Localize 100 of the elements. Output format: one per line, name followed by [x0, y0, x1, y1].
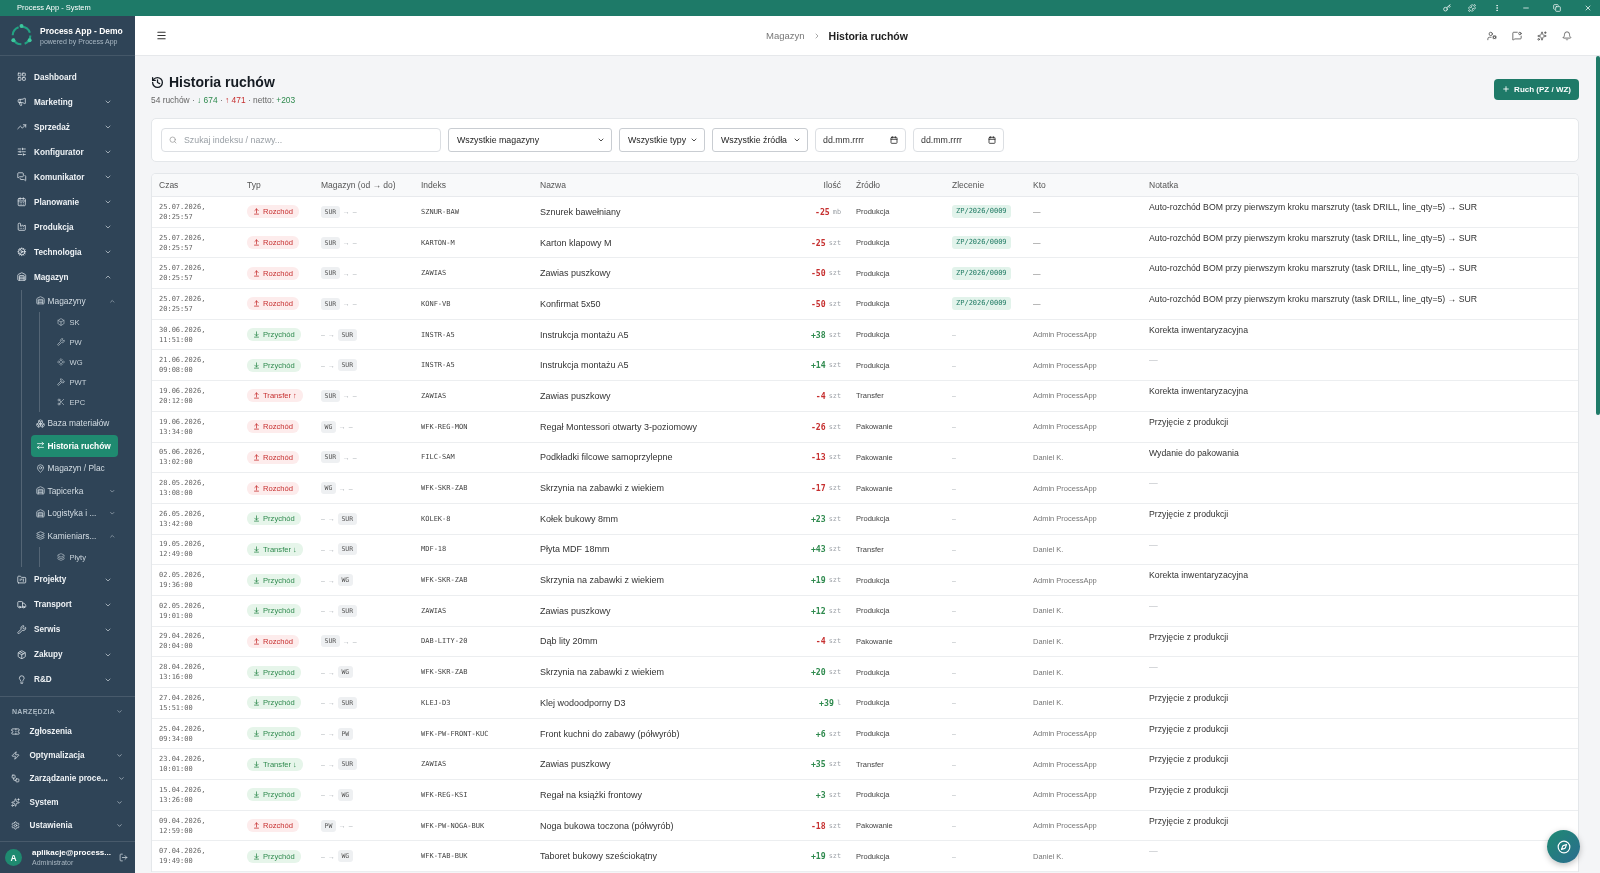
item-name: Zawias puszkowy: [540, 605, 611, 616]
arrow-up-icon: [253, 300, 260, 308]
note-text: —: [1149, 538, 1158, 551]
message-icon[interactable]: [1512, 30, 1522, 41]
sparkle-icon[interactable]: [1537, 30, 1547, 41]
quantity: +14: [810, 360, 826, 371]
chat-icon: [17, 172, 27, 182]
nav-item[interactable]: Marketing: [0, 89, 135, 115]
nav-item[interactable]: Produkcja: [0, 214, 135, 240]
quantity: +19: [810, 575, 826, 586]
map-pin-icon: [35, 463, 45, 473]
menu-icon[interactable]: [156, 30, 167, 41]
restore-icon[interactable]: [1553, 4, 1561, 12]
scrollbar-thumb[interactable]: [1596, 56, 1600, 415]
nav-item[interactable]: R&D: [0, 667, 135, 692]
dropdown[interactable]: Wszystkie źródła: [712, 128, 808, 152]
nav-item[interactable]: Zgłoszenia: [0, 720, 135, 744]
nav-item[interactable]: Kamieniars...: [31, 524, 118, 547]
nav-item[interactable]: Projekty: [0, 567, 135, 592]
nav-item[interactable]: Magazyn: [0, 264, 135, 290]
item-name: Noga bukowa toczona (półwyrób): [540, 820, 674, 831]
warehouse-icon: [17, 272, 27, 282]
note-text: —: [1149, 845, 1158, 858]
nav-item[interactable]: Technologia: [0, 239, 135, 265]
quantity: +6: [815, 728, 826, 739]
nav-item[interactable]: Logistyka i ...: [31, 502, 118, 525]
history-icon: [151, 75, 164, 89]
arrow-down-icon: [253, 699, 260, 707]
nav-item[interactable]: Tapicerka: [31, 479, 118, 502]
puzzle-icon[interactable]: [1468, 4, 1476, 12]
boxes-icon: [35, 418, 45, 428]
item-name: Skrzynia na zabawki z wiekiem: [540, 667, 665, 678]
nav-item[interactable]: Komunikator: [0, 164, 135, 190]
logout-icon[interactable]: [119, 853, 128, 862]
nav-item[interactable]: System: [0, 790, 135, 814]
arrow-up-icon: [253, 453, 260, 461]
nav-item[interactable]: Konfigurator: [0, 139, 135, 165]
arrow-down-icon: [253, 331, 260, 339]
calendar-icon: [988, 136, 996, 144]
quantity: -4: [815, 636, 826, 647]
arrow-down-icon: [253, 791, 260, 799]
gear-icon: [17, 247, 27, 257]
nav-item[interactable]: Baza materiałów: [31, 412, 118, 435]
nav-item[interactable]: Magazyny: [31, 289, 118, 312]
item-name: Sznurek bawełniany: [540, 206, 621, 217]
quantity: -4: [815, 390, 826, 401]
calendar-icon: [17, 197, 27, 207]
diamonds-icon: [56, 358, 65, 366]
note-text: Korekta inwentaryzacyjna: [1149, 385, 1248, 398]
caret-icon: [690, 136, 698, 144]
date-field[interactable]: dd.mm.rrrr: [815, 128, 906, 152]
nav-item[interactable]: Magazyn / Plac: [31, 457, 118, 480]
grid-icon: [17, 72, 27, 82]
quantity: -18: [810, 820, 826, 831]
compass-icon: [1556, 839, 1571, 854]
arrow-up-icon: [253, 208, 260, 216]
dropdown[interactable]: Wszystkie typy: [619, 128, 705, 152]
arrow-down-icon: [253, 515, 260, 523]
quantity: -26: [810, 421, 826, 432]
logo-icon: [10, 24, 33, 47]
nav-item[interactable]: Sprzedaż: [0, 114, 135, 140]
caret-icon: [597, 136, 605, 144]
key-icon[interactable]: [1443, 4, 1451, 12]
nav-item[interactable]: Planowanie: [0, 189, 135, 215]
nav-item[interactable]: Ustawienia: [0, 814, 135, 838]
column-header: Indeks: [420, 180, 448, 190]
minimize-icon[interactable]: [1522, 4, 1530, 12]
close-icon[interactable]: [1584, 4, 1592, 12]
dropdown[interactable]: Wszystkie magazyny: [448, 128, 612, 152]
user-gear-icon[interactable]: [1487, 30, 1497, 41]
lightbulb-icon: [17, 674, 27, 685]
arrows-icon: [35, 441, 45, 451]
quantity: -17: [810, 483, 826, 494]
date-field[interactable]: dd.mm.rrrr: [913, 128, 1004, 152]
breadcrumb-link[interactable]: Magazyn: [766, 30, 805, 41]
note-text: —: [1149, 477, 1158, 490]
quantity: -50: [810, 268, 826, 279]
nav-item[interactable]: Serwis: [0, 617, 135, 642]
column-header: Notatka: [1148, 180, 1180, 190]
nav-item[interactable]: Zakupy: [0, 642, 135, 667]
nav-item[interactable]: Optymalizacja: [0, 743, 135, 767]
wrench-icon: [17, 624, 27, 635]
quantity: -25: [810, 237, 826, 248]
factory-icon: [17, 222, 27, 232]
note-text: Przyjęcie z produkcji: [1149, 507, 1229, 520]
note-text: Przyjęcie z produkcji: [1149, 630, 1229, 643]
page-title: Historia ruchów: [169, 73, 275, 92]
more-icon[interactable]: [1493, 4, 1501, 12]
search-field[interactable]: Szukaj indeksu / nazwy...: [161, 128, 441, 152]
sliders-icon: [17, 147, 27, 157]
add-movement-button[interactable]: Ruch (PZ / WZ): [1494, 78, 1579, 100]
nav-item[interactable]: Transport: [0, 592, 135, 617]
nav-item[interactable]: Dashboard: [0, 64, 135, 90]
column-header: Zlecenie: [951, 180, 986, 190]
nav-item[interactable]: Historia ruchów: [31, 434, 118, 457]
note-text: Przyjęcie z produkcji: [1149, 784, 1229, 797]
bell-icon[interactable]: [1562, 30, 1572, 41]
item-name: Front kuchni do zabawy (półwyrób): [540, 728, 680, 739]
item-name: Płyta MDF 18mm: [540, 544, 610, 555]
nav-item[interactable]: Zarządzanie proce...: [0, 767, 135, 791]
